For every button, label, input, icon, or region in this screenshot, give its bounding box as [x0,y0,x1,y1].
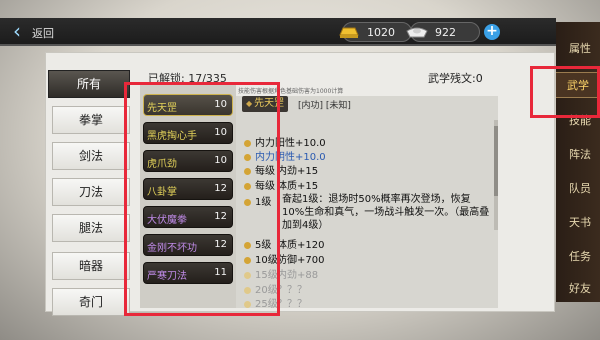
category-sword[interactable]: 剑法 [52,142,130,170]
bullet-icon [244,286,251,294]
silver-value: 922 [435,26,456,39]
effect-row: 5级 体质+120 [244,236,324,251]
detail-skill-name: 先天罡 [242,96,289,112]
game-screen: ‹ 返回 1020 922 + 属性 武学 技能 阵法 队员 天书 任务 好友 … [0,0,600,340]
category-all[interactable]: 所有 [48,70,130,98]
tab-friends[interactable]: 好友 [562,276,598,302]
bullet-icon [244,182,251,190]
category-hidden-weapon[interactable]: 暗器 [52,252,130,280]
bullet-icon [244,241,251,249]
skill-level: 10 [214,127,227,138]
gold-counter: 1020 [339,22,412,42]
tab-quest[interactable]: 任务 [562,244,598,270]
skill-item[interactable]: 先天罡 10 [143,94,233,116]
tab-attributes[interactable]: 属性 [562,36,598,62]
skill-name: 严寒刀法 [147,271,187,282]
skill-level: 10 [214,99,227,110]
effect-text-long: 奋起1级：退场时50%概率再次登场，恢复10%生命和真气，一场战斗触发一次。（最… [282,194,490,231]
skill-name: 八卦掌 [147,187,177,198]
back-arrow-icon[interactable]: ‹ [5,20,29,44]
effect-text: ？？？ [277,299,307,310]
category-blade[interactable]: 刀法 [52,178,130,206]
skill-item[interactable]: 黑虎掏心手 10 [143,122,233,144]
skill-item[interactable]: 大伏魔拳 12 [143,206,233,228]
effect-level: 20级 [255,285,278,296]
category-exotic[interactable]: 奇门 [52,288,130,316]
category-fist-palm[interactable]: 拳掌 [52,106,130,134]
effect-level: 1级 [255,197,272,208]
effect-row: 每级 内劲+15 [244,162,318,177]
tab-team[interactable]: 队员 [562,176,598,202]
skill-name: 虎爪劲 [147,159,177,170]
bullet-icon [244,300,251,308]
effect-level: 5级 [255,240,272,251]
effect-level: 每级 [255,181,275,192]
skill-name: 大伏魔拳 [147,215,187,226]
effect-level: 25级 [255,299,278,310]
bullet-icon [244,198,251,206]
effect-row: 1级 [244,193,277,208]
bullet-icon [244,139,251,147]
skill-level: 11 [214,267,227,278]
effect-row: 15级内劲+88 [244,266,318,281]
effect-row: 25级？？？ [244,295,307,310]
detail-skill-type: [内功] [未知] [298,101,351,111]
tab-martial-arts[interactable]: 武学 [556,72,600,98]
tab-heavenly-book[interactable]: 天书 [562,210,598,236]
effect-row: 10级防御+700 [244,251,324,266]
skill-item[interactable]: 虎爪劲 10 [143,150,233,172]
effect-level: 每级 [255,166,275,177]
bullet-icon [244,167,251,175]
effect-row: 内力阴性+10.0 [244,148,326,163]
skill-name: 金刚不坏功 [147,243,197,254]
effect-row: 20级？？？ [244,281,307,296]
effect-row: 每级 体质+15 [244,177,318,192]
bullet-icon [244,153,251,161]
effect-text: 内劲+15 [277,166,319,177]
effect-text: 体质+120 [277,240,325,251]
skill-item[interactable]: 严寒刀法 11 [143,262,233,284]
scrollbar-thumb[interactable] [494,126,498,196]
silver-counter: 922 [406,22,480,42]
effect-level: 10级 [255,255,278,266]
skill-level: 10 [214,155,227,166]
skill-item[interactable]: 八卦掌 12 [143,178,233,200]
back-title: 返回 [32,27,54,40]
bullet-icon [244,271,251,279]
effect-level: 15级 [255,270,278,281]
skill-level: 12 [214,211,227,222]
effect-text: 防御+700 [277,255,325,266]
top-bar: ‹ 返回 1020 922 + [0,18,556,46]
skill-name: 黑虎掏心手 [147,131,197,142]
skill-name: 先天罡 [147,103,177,114]
skill-level: 12 [214,239,227,250]
silver-ingot-icon [406,27,428,38]
tab-formation[interactable]: 阵法 [562,142,598,168]
martial-fragments-count: 武学残文:0 [428,72,483,85]
skill-level: 12 [214,183,227,194]
effect-row: 内力阳性+10.0 [244,134,326,149]
tab-skills[interactable]: 技能 [562,108,598,134]
effect-text: 内劲+88 [277,270,319,281]
gold-ingot-icon [339,27,359,38]
add-currency-button[interactable]: + [484,24,500,40]
skill-item[interactable]: 金刚不坏功 12 [143,234,233,256]
damage-hint: 技能伤害根据角色基础伤害为1000计算 [238,88,344,95]
bullet-icon [244,256,251,264]
gold-value: 1020 [367,26,395,39]
effect-text: 体质+15 [277,181,319,192]
category-leg[interactable]: 腿法 [52,214,130,242]
detail-scrollbar[interactable] [494,120,498,230]
